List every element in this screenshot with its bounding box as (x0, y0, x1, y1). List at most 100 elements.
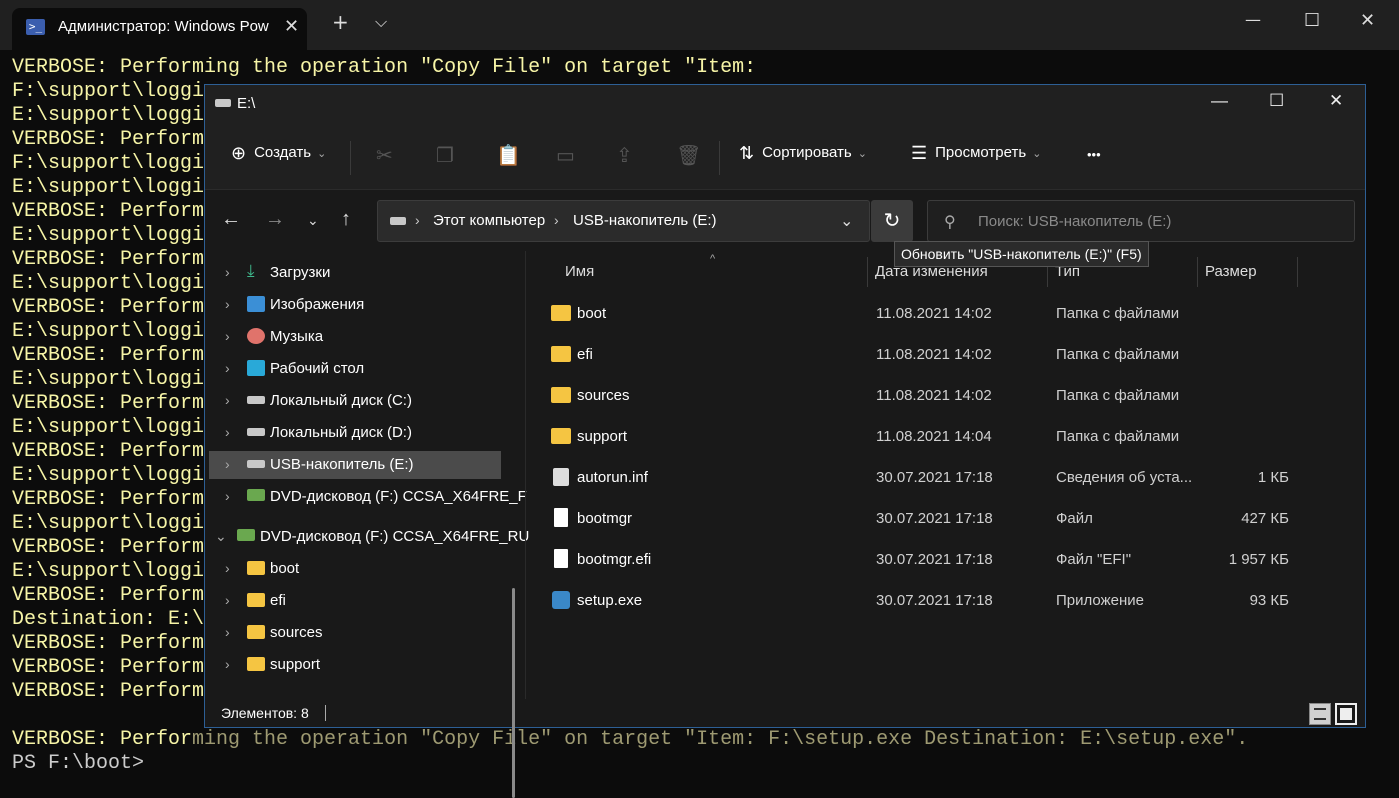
nav-item-folder-sources[interactable]: › sources (205, 619, 505, 647)
explorer-maximize-button[interactable]: ☐ (1269, 91, 1284, 111)
large-icons-view-button[interactable] (1335, 703, 1357, 725)
nav-item-dvd-drive[interactable]: › DVD-дисковод (F:) CCSA_X64FRE_F (205, 483, 527, 511)
file-row[interactable]: bootmgr 30.07.2021 17:18 Файл 427 КБ (545, 500, 1305, 536)
file-row[interactable]: setup.exe 30.07.2021 17:18 Приложение 93… (545, 582, 1305, 618)
nav-item-folder-boot[interactable]: › boot (205, 555, 505, 583)
nav-item-music[interactable]: › Музыка (205, 323, 505, 351)
divider (350, 141, 351, 175)
column-header-size[interactable]: Размер (1205, 263, 1257, 280)
explorer-close-button[interactable]: ✕ (1329, 91, 1343, 111)
rename-icon[interactable]: ▭ (556, 143, 575, 168)
sort-button[interactable]: ⇅ Сортировать ⌄ (739, 143, 867, 164)
column-divider[interactable] (867, 257, 868, 287)
dvd-drive-icon (237, 529, 255, 541)
more-options-button[interactable]: ••• (1087, 147, 1101, 162)
explorer-minimize-button[interactable]: — (1211, 91, 1228, 111)
expand-chevron-icon[interactable]: › (225, 656, 230, 672)
terminal-line: VERBOSE: Performing the operation "Copy … (12, 56, 757, 79)
delete-icon[interactable]: 🗑 (676, 143, 701, 168)
address-bar[interactable]: › Этот компьютер › USB-накопитель (E:) ⌄ (377, 200, 870, 242)
nav-item-pictures[interactable]: › Изображения (205, 291, 505, 319)
nav-item-dvd-drive-expanded[interactable]: ⌄ DVD-дисковод (F:) CCSA_X64FRE_RU (205, 523, 529, 551)
music-icon (247, 328, 265, 344)
nav-item-label: Изображения (270, 296, 365, 313)
back-arrow-icon[interactable]: ← (221, 208, 241, 231)
create-button[interactable]: ⊕ Создать ⌄ (231, 143, 326, 164)
file-row[interactable]: sources 11.08.2021 14:02 Папка с файлами (545, 377, 1305, 413)
terminal-minimize-button[interactable]: — (1245, 10, 1261, 29)
file-row[interactable]: boot 11.08.2021 14:02 Папка с файлами (545, 295, 1305, 331)
terminal-prompt-line[interactable]: PS F:\boot> (12, 752, 1392, 776)
details-view-button[interactable] (1309, 703, 1331, 725)
expand-chevron-icon[interactable]: › (225, 328, 230, 344)
nav-item-folder-support[interactable]: › support (205, 651, 505, 679)
recent-locations-chevron-icon[interactable]: ⌄ (307, 212, 319, 229)
nav-item-drive-d[interactable]: › Локальный диск (D:) (205, 419, 505, 447)
expand-chevron-icon[interactable]: › (225, 392, 230, 408)
expand-chevron-icon[interactable]: › (225, 624, 230, 640)
column-header-name[interactable]: Имя (565, 263, 594, 280)
divider (719, 141, 720, 175)
terminal-maximize-button[interactable]: ☐ (1304, 10, 1320, 31)
nav-item-usb-drive[interactable]: › USB-накопитель (E:) (209, 451, 501, 479)
view-button[interactable]: ☰ Просмотреть ⌄ (911, 143, 1041, 164)
refresh-button[interactable]: ↻ (871, 200, 913, 242)
file-name: support (577, 428, 628, 445)
expand-chevron-icon[interactable]: › (225, 296, 230, 312)
expand-chevron-icon[interactable]: › (225, 592, 230, 608)
file-name: autorun.inf (577, 469, 648, 486)
column-divider[interactable] (1197, 257, 1198, 287)
terminal-last-line-bright: VERBOSE: Perfor (12, 728, 193, 751)
expand-chevron-icon[interactable]: › (225, 360, 230, 376)
expand-chevron-icon[interactable]: › (225, 264, 230, 280)
file-row[interactable]: efi 11.08.2021 14:02 Папка с файлами (545, 336, 1305, 372)
folder-icon (551, 428, 571, 444)
collapse-chevron-icon[interactable]: ⌄ (215, 528, 227, 545)
up-arrow-icon[interactable]: ↑ (341, 208, 351, 231)
nav-item-label: Загрузки (270, 264, 331, 281)
nav-item-folder-efi[interactable]: › efi (205, 587, 505, 615)
nav-item-drive-c[interactable]: › Локальный диск (C:) (205, 387, 505, 415)
file-row[interactable]: bootmgr.efi 30.07.2021 17:18 Файл "EFI" … (545, 541, 1305, 577)
file-type: Файл "EFI" (1056, 551, 1132, 568)
command-bar: ⊕ Создать ⌄ ✂ ❐ 📋 ▭ ⇪ 🗑 ⇅ Сортировать ⌄ ☰ Про… (205, 123, 1365, 190)
folder-icon (247, 561, 265, 575)
file-type: Приложение (1056, 592, 1144, 609)
search-icon: ⚲ (944, 214, 956, 231)
breadcrumb-this-pc[interactable]: Этот компьютер (433, 212, 545, 229)
terminal-close-button[interactable]: ✕ (1360, 10, 1375, 31)
tab-close-icon[interactable]: ✕ (284, 16, 299, 37)
paste-icon[interactable]: 📋 (496, 143, 521, 168)
share-icon[interactable]: ⇪ (616, 143, 633, 168)
expand-chevron-icon[interactable]: › (225, 456, 230, 472)
breadcrumb-usb-drive[interactable]: USB-накопитель (E:) (573, 212, 716, 229)
new-tab-button[interactable]: + (332, 10, 349, 34)
file-date: 30.07.2021 17:18 (876, 510, 993, 527)
tab-dropdown-button[interactable]: ⌵ (375, 12, 387, 32)
expand-chevron-icon[interactable]: › (225, 424, 230, 440)
pane-divider[interactable] (525, 251, 526, 699)
file-row[interactable]: support 11.08.2021 14:04 Папка с файлами (545, 418, 1305, 454)
sort-ascending-icon: ^ (710, 253, 716, 265)
status-divider (325, 705, 326, 721)
address-dropdown-icon[interactable]: ⌄ (840, 211, 853, 231)
column-divider[interactable] (1297, 257, 1298, 287)
drive-icon (247, 428, 265, 436)
nav-item-desktop[interactable]: › Рабочий стол (205, 355, 505, 383)
file-row[interactable]: autorun.inf 30.07.2021 17:18 Сведения об… (545, 459, 1305, 495)
nav-item-label: Локальный диск (C:) (270, 392, 412, 409)
expand-chevron-icon[interactable]: › (225, 560, 230, 576)
copy-icon[interactable]: ❐ (436, 143, 454, 168)
nav-item-downloads[interactable]: › ⤓ Загрузки (205, 259, 505, 287)
file-size: 427 КБ (1241, 510, 1289, 527)
nav-pane-scrollbar[interactable] (512, 588, 515, 798)
file-name: sources (577, 387, 630, 404)
file-size: 93 КБ (1249, 592, 1289, 609)
search-box[interactable]: ⚲ Поиск: USB-накопитель (E:) (927, 200, 1355, 242)
terminal-tab[interactable]: >_ Администратор: Windows Pow ✕ (12, 8, 307, 50)
terminal-prompt: PS F:\boot> (12, 752, 145, 775)
chevron-down-icon: ⌄ (857, 148, 867, 160)
cut-icon[interactable]: ✂ (376, 143, 393, 168)
expand-chevron-icon[interactable]: › (225, 488, 230, 504)
forward-arrow-icon[interactable]: → (265, 208, 285, 231)
